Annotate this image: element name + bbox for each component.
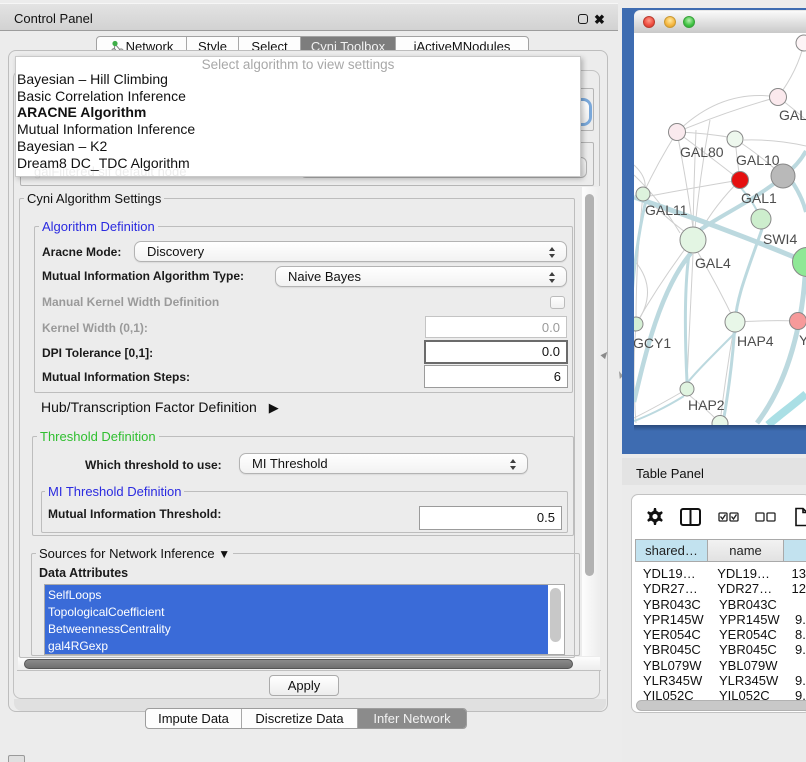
svg-text:GAL7: GAL7 [779,107,806,123]
svg-text:GAL1: GAL1 [741,190,777,206]
svg-text:GAL80: GAL80 [680,144,724,160]
svg-text:Y: Y [799,332,806,348]
svg-text:SWI4: SWI4 [763,231,797,247]
svg-text:GAL4: GAL4 [695,255,731,271]
svg-text:HAP2: HAP2 [688,397,725,413]
svg-text:GAL10: GAL10 [736,152,780,168]
svg-text:GAL11: GAL11 [645,202,688,218]
svg-text:GCY1: GCY1 [634,335,671,351]
svg-text:HAP4: HAP4 [737,333,774,349]
